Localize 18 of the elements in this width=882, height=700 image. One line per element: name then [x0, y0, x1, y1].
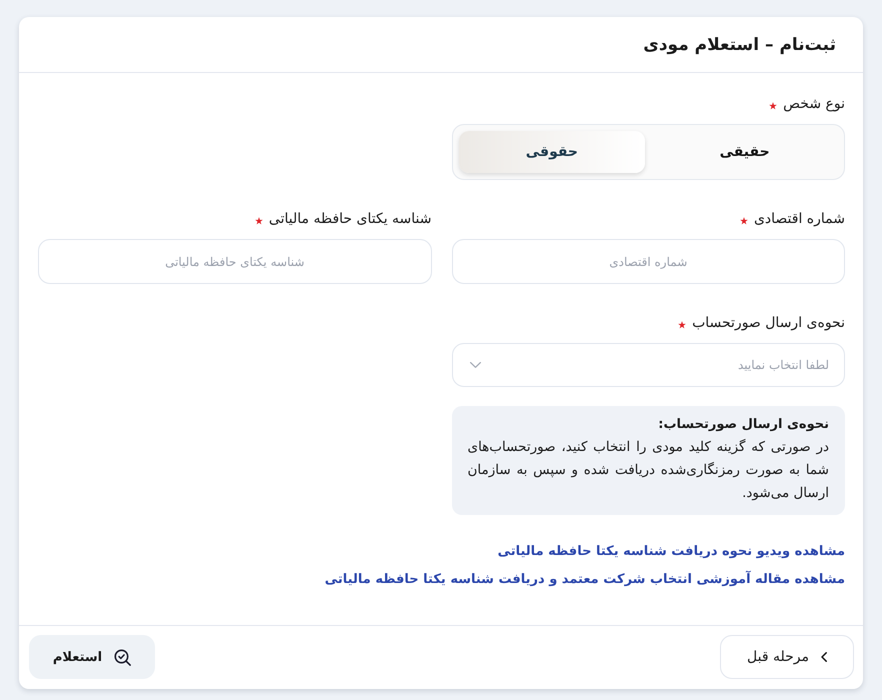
- page-title: ثبت‌نام – استعلام مودی: [643, 34, 836, 56]
- segment-option[interactable]: حقوقی: [458, 131, 646, 173]
- text-input-field[interactable]: شماره اقتصادی: [452, 239, 845, 284]
- field-label: شناسه یکتای حافظه مالیاتی: [268, 210, 432, 229]
- text-input-field[interactable]: شناسه یکتای حافظه مالیاتی: [38, 239, 432, 284]
- chevron-down-icon: [470, 362, 480, 368]
- back-button[interactable]: مرحله قبل: [720, 635, 854, 679]
- help-link[interactable]: مشاهده مقاله آموزشی انتخاب شرکت معتمد و دریافت شناسه یکتا حافظه مالیاتی: [324, 570, 845, 590]
- field-label: شماره اقتصادی: [754, 210, 845, 229]
- chevron-left-icon: [821, 652, 827, 662]
- search-check-icon: [114, 648, 132, 666]
- segment-option[interactable]: حقیقی: [651, 131, 838, 173]
- inquiry-button[interactable]: استعلام: [29, 635, 155, 679]
- info-heading: نحوه‌ی ارسال صورتحساب:: [657, 416, 829, 434]
- field-label: نوع شخص: [783, 95, 845, 114]
- help-link[interactable]: مشاهده ویدیو نحوه دریافت شناسه یکتا حافظه مالیاتی: [498, 542, 845, 562]
- info-text: در صورتی که گزینه کلید مودی را انتخاب کنید، صورتحساب‌های شما به صورت رمزنگاری‌شده دریافت شده و سپس به سازمان ارسال می‌شود.: [468, 438, 829, 503]
- field-label: نحوه‌ی ارسال صورتحساب: [692, 314, 845, 333]
